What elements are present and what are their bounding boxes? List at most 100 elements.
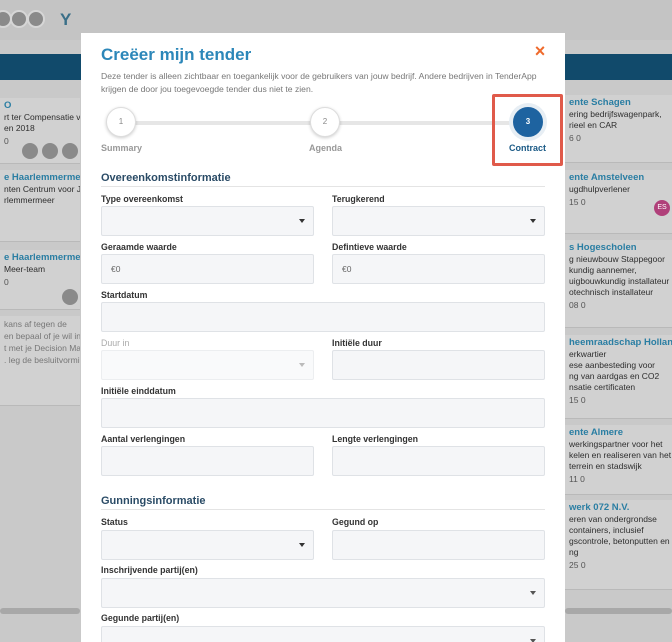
background-tender-card: Ort ter Compensatie va en 2018 0	[0, 98, 80, 164]
background-tender-card: ente Almere werkingspartner voor het kelen…	[565, 425, 672, 495]
inschrijvende-partijen-label: Inschrijvende partij(en)	[101, 565, 198, 575]
chevron-down-icon	[299, 543, 305, 547]
card-title: e Haarlemmermeer	[4, 252, 80, 263]
card-meta: 6 0	[569, 133, 581, 143]
card-text: nsatie certificaten	[569, 382, 636, 392]
avatar	[27, 10, 45, 28]
section-title-award: Gunningsinformatie	[101, 495, 206, 507]
terugkerend-select[interactable]	[332, 206, 545, 236]
card-title: heemraadschap Hollands	[569, 337, 672, 348]
card-text: werkingspartner voor het	[569, 439, 663, 449]
step-1-label[interactable]: Summary	[101, 143, 142, 153]
card-text: ugdhulpverlener	[569, 184, 630, 194]
card-text: kundig aannemer,	[569, 265, 637, 275]
card-title: e Haarlemmermeer	[4, 172, 80, 183]
initiele-duur-input[interactable]	[332, 350, 545, 380]
background-tender-card: werk 072 N.V. eren van ondergrondse contai…	[565, 500, 672, 590]
card-title: s Hogescholen	[569, 242, 637, 253]
duur-in-select[interactable]	[101, 350, 314, 380]
terugkerend-label: Terugkerend	[332, 194, 385, 204]
avatar	[42, 143, 58, 159]
status-select[interactable]	[101, 530, 314, 560]
chevron-down-icon	[299, 219, 305, 223]
background-tender-card: e HaarlemmermeerMeer-team 0	[0, 250, 80, 310]
chevron-down-icon	[530, 591, 536, 595]
card-text: t met je Decision Mak	[4, 343, 80, 353]
avatar: ES	[654, 200, 670, 216]
card-title: O	[4, 100, 12, 111]
lengte-verlengingen-label: Lengte verlengingen	[332, 434, 419, 444]
definitieve-waarde-label: Defintieve waarde	[332, 242, 407, 252]
initiele-einddatum-label: Initiële einddatum	[101, 386, 176, 396]
card-text: kelen en realiseren van het	[569, 450, 672, 460]
avatar	[62, 289, 78, 305]
card-text: Meer-team	[4, 264, 46, 274]
initiele-einddatum-input[interactable]	[101, 398, 545, 428]
inschrijvende-partijen-select[interactable]	[101, 578, 545, 608]
gegund-op-input[interactable]	[332, 530, 545, 560]
section-title-contract: Overeenkomstinformatie	[101, 172, 231, 184]
card-text: g nieuwbouw Stappegoor	[569, 254, 665, 264]
background-tender-card: heemraadschap Hollandserkwartierese aanb…	[565, 335, 672, 419]
card-meta: 08 0	[569, 300, 586, 310]
definitieve-waarde-input[interactable]: €0	[332, 254, 545, 284]
card-title: werk 072 N.V.	[569, 502, 630, 513]
card-text: erkwartier	[569, 349, 607, 359]
duur-in-label: Duur in	[101, 338, 130, 348]
card-text: ese aanbesteding voor	[569, 360, 656, 370]
card-text: containers, inclusief	[569, 525, 644, 535]
chevron-down-icon	[299, 363, 305, 367]
modal-title: Creëer mijn tender	[101, 45, 252, 64]
card-meta: 15 0	[569, 395, 586, 405]
background-tender-card: kans af tegen de en bepaal of je wil ins t…	[0, 316, 80, 406]
card-text: en 2018	[4, 123, 35, 133]
section-divider	[101, 509, 545, 510]
highlight-annotation	[492, 94, 563, 166]
card-title: ente Schagen	[569, 97, 631, 108]
step-1-circle[interactable]: 1	[106, 107, 136, 137]
aantal-verlengingen-input[interactable]	[101, 446, 314, 476]
type-overeenkomst-select[interactable]	[101, 206, 314, 236]
geraamde-waarde-input[interactable]: €0	[101, 254, 314, 284]
background-tender-card: ente Amstelveen ugdhulpverlener 15 0 ES	[565, 170, 672, 234]
close-icon[interactable]: ×	[531, 42, 549, 60]
card-text: ng van aardgas en CO2	[569, 371, 660, 381]
avatar	[62, 143, 78, 159]
card-title: ente Amstelveen	[569, 172, 645, 183]
gegunde-partijen-select[interactable]	[101, 626, 545, 642]
card-title: ente Almere	[569, 427, 624, 438]
card-text: eren van ondergrondse	[569, 514, 657, 524]
step-2-circle[interactable]: 2	[310, 107, 340, 137]
card-meta: 25 0	[569, 560, 586, 570]
card-text: uigbouwkundig installateur	[569, 276, 670, 286]
background-tender-card: e Haarlemmermeernten Centrum voor Jerlem…	[0, 170, 80, 242]
avatar	[22, 143, 38, 159]
card-text: . leg de besluitvormin	[4, 355, 80, 365]
status-label: Status	[101, 517, 128, 527]
card-text: terrein en stadswijk	[569, 461, 642, 471]
card-text: otechnisch installateur	[569, 287, 654, 297]
card-text: rt ter Compensatie va	[4, 112, 80, 122]
card-text: rlemmermeer	[4, 195, 55, 205]
geraamde-waarde-label: Geraamde waarde	[101, 242, 177, 252]
card-text: kans af tegen de	[4, 319, 67, 329]
startdatum-input[interactable]	[101, 302, 545, 332]
startdatum-label: Startdatum	[101, 290, 148, 300]
tenderapp-logo-icon: Y	[60, 10, 72, 29]
section-divider	[101, 186, 545, 187]
card-text: ering bedrijfswagenpark,	[569, 109, 662, 119]
gegund-op-label: Gegund op	[332, 517, 379, 527]
background-tender-card: s Hogescholen g nieuwbouw Stappegoor kundi…	[565, 240, 672, 328]
card-text: rieel en CAR	[569, 120, 618, 130]
lengte-verlengingen-input[interactable]	[332, 446, 545, 476]
background-tender-card: ente Schagen ering bedrijfswagenpark, riee…	[565, 95, 672, 163]
gegunde-partijen-label: Gegunde partij(en)	[101, 613, 180, 623]
step-2-label[interactable]: Agenda	[309, 143, 342, 153]
modal-description: Deze tender is alleen zichtbaar en toega…	[101, 71, 537, 94]
card-text: nten Centrum voor Je	[4, 184, 80, 194]
create-tender-modal: Creëer mijn tender × Deze tender is alle…	[81, 33, 565, 642]
aantal-verlengingen-label: Aantal verlengingen	[101, 434, 186, 444]
type-overeenkomst-label: Type overeenkomst	[101, 194, 183, 204]
chevron-down-icon	[530, 219, 536, 223]
card-meta: 11 0	[569, 474, 585, 484]
